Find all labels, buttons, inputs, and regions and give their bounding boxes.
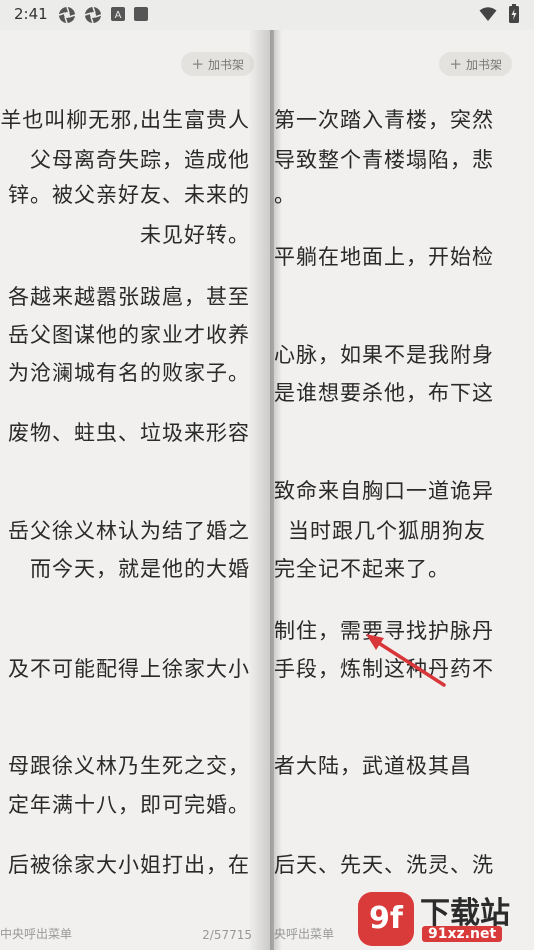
page-fold-shadow bbox=[270, 30, 282, 950]
text-line: 废物、蛀虫、垃圾来形容 bbox=[8, 421, 250, 445]
font-icon: A bbox=[110, 6, 126, 26]
annotation-arrow-icon bbox=[366, 634, 446, 687]
text-line: 而今天，就是他的大婚 bbox=[30, 557, 250, 581]
battery-icon bbox=[509, 4, 519, 23]
menu-hint: 央呼出菜单 bbox=[274, 927, 335, 941]
status-bar: 2:41 A bbox=[0, 0, 534, 30]
reader-page-left[interactable]: + 加书架 羊也叫柳无邪,出生富贵人 父母离奇失踪，造成他 锌。被父亲好友、未来的… bbox=[0, 30, 274, 950]
status-time: 2:41 bbox=[14, 5, 48, 23]
text-line: 羊也叫柳无邪,出生富贵人 bbox=[0, 108, 250, 132]
text-line: 未见好转。 bbox=[140, 223, 250, 247]
text-line: 第一次踏入青楼，突然 bbox=[274, 108, 494, 132]
svg-text:A: A bbox=[115, 10, 122, 21]
plus-icon: + bbox=[191, 55, 204, 73]
text-line: 父母离奇失踪，造成他 bbox=[30, 148, 250, 172]
aperture-icon bbox=[58, 6, 76, 28]
add-to-shelf-label: 加书架 bbox=[207, 58, 244, 72]
wifi-icon bbox=[479, 7, 497, 21]
square-app-icon bbox=[133, 6, 149, 26]
text-line: 平躺在地面上，开始检 bbox=[274, 245, 494, 269]
watermark-badge: 9f bbox=[358, 892, 414, 946]
page-counter: 2/57715 bbox=[202, 928, 252, 942]
add-to-shelf-label: 加书架 bbox=[465, 58, 502, 72]
text-line: 致命来自胸口一道诡异 bbox=[274, 479, 494, 503]
text-line: 岳父图谋他的家业才收养 bbox=[8, 323, 250, 347]
watermark-subtitle: 91xz.net bbox=[422, 926, 503, 942]
text-line: 及不可能配得上徐家大小 bbox=[8, 657, 250, 681]
text-line: 后天、先天、洗灵、洗 bbox=[274, 853, 494, 877]
text-line: 锌。被父亲好友、未来的 bbox=[8, 183, 250, 207]
plus-icon: + bbox=[449, 55, 462, 73]
text-line: 各越来越嚣张跋扈，甚至 bbox=[8, 285, 250, 309]
watermark-logo: 9f 下载站 91xz.net bbox=[358, 888, 528, 948]
text-line: 导致整个青楼塌陷，悲 bbox=[274, 148, 494, 172]
text-line: 岳父徐义林认为结了婚之 bbox=[8, 519, 250, 543]
add-to-shelf-button[interactable]: + 加书架 bbox=[181, 52, 254, 76]
menu-hint: 中央呼出菜单 bbox=[0, 927, 73, 941]
reader-page-right[interactable]: + 加书架 第一次踏入青楼，突然 导致整个青楼塌陷，悲 。 平躺在地面上，开始检 … bbox=[274, 30, 534, 950]
text-line: 者大陆，武道极其昌 bbox=[274, 754, 472, 778]
aperture-icon bbox=[84, 6, 102, 28]
text-line: 后被徐家大小姐打出，在 bbox=[8, 853, 250, 877]
status-right-icons bbox=[479, 4, 520, 24]
text-line: 是谁想要杀他，布下这 bbox=[274, 381, 494, 405]
text-line: 当时跟几个狐朋狗友 bbox=[288, 519, 486, 543]
add-to-shelf-button[interactable]: + 加书架 bbox=[439, 52, 512, 76]
text-line: 完全记不起来了。 bbox=[274, 557, 450, 581]
text-line: 母跟徐义林乃生死之交， bbox=[8, 754, 250, 778]
text-line: 为沧澜城有名的败家子。 bbox=[8, 361, 250, 385]
text-line: 心脉，如果不是我附身 bbox=[274, 343, 494, 367]
text-line: 定年满十八，即可完婚。 bbox=[8, 793, 250, 817]
